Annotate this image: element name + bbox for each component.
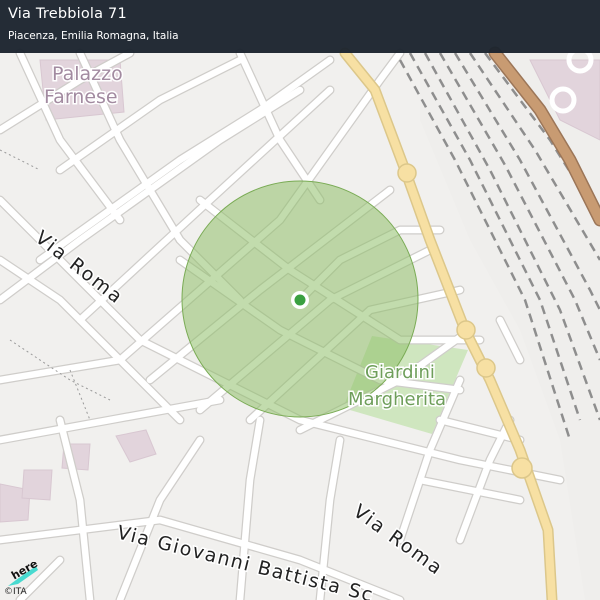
park-label-line1: Giardini — [365, 362, 435, 383]
park-label-line2: Margherita — [348, 389, 446, 410]
poi-label-line2: Farnese — [44, 86, 118, 108]
map-credit: ©ITA — [4, 587, 27, 597]
location-subtitle: Piacenza, Emilia Romagna, Italia — [8, 30, 179, 42]
location-header: Via Trebbiola 71 Piacenza, Emilia Romagn… — [0, 0, 600, 53]
map-view[interactable]: Palazzo Farnese Giardini Margherita Via … — [0, 0, 600, 600]
location-marker[interactable] — [291, 291, 309, 309]
location-title: Via Trebbiola 71 — [8, 6, 127, 22]
poi-label-line1: Palazzo — [52, 63, 123, 85]
map-canvas: Palazzo Farnese Giardini Margherita Via … — [0, 0, 600, 600]
